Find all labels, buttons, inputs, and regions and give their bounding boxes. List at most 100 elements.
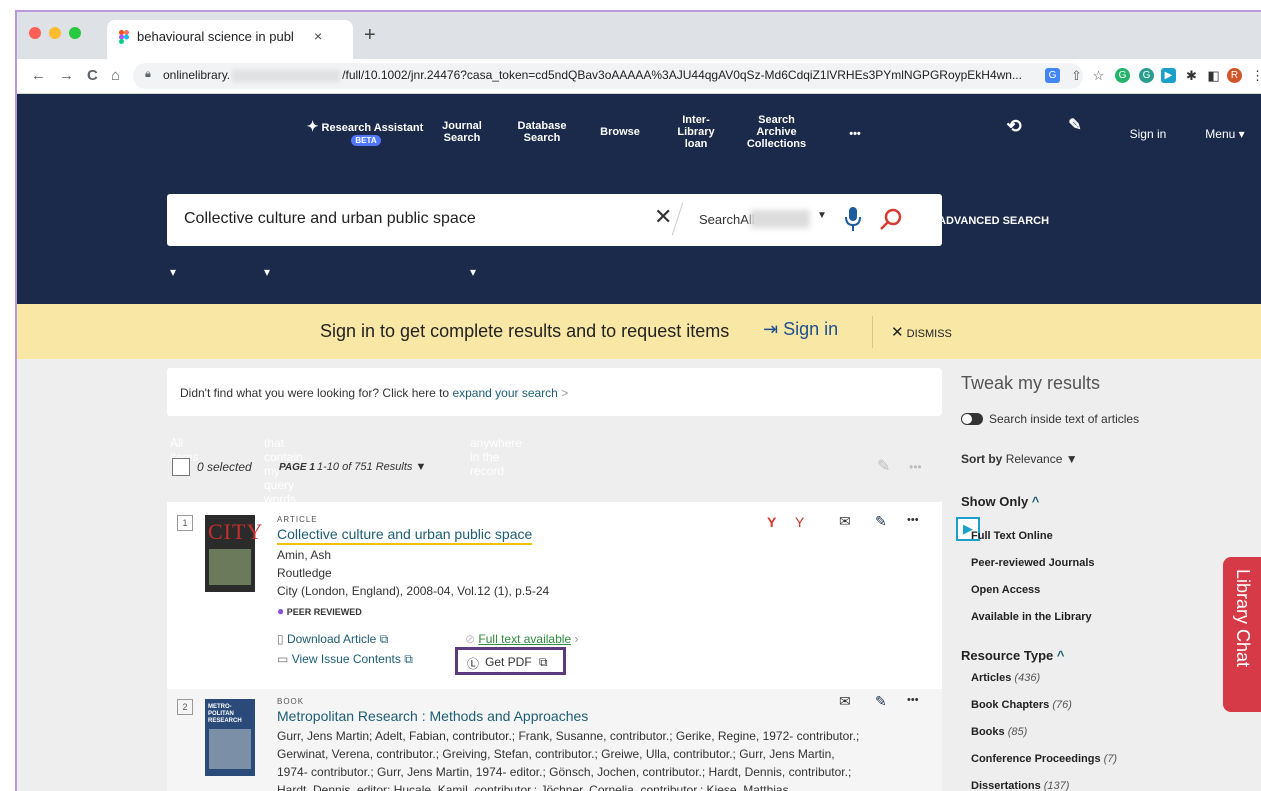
clock-icon: Ⓛ — [467, 657, 480, 671]
pin-record-icon[interactable]: ✎ — [875, 693, 887, 710]
extension-icon[interactable]: G — [1139, 68, 1154, 83]
results-range[interactable]: 1-10 of 751 Results ▼ — [317, 461, 426, 473]
journal-search-link[interactable]: Journal Search — [437, 120, 487, 144]
facet-conference[interactable]: Conference Proceedings (7) — [971, 753, 1117, 765]
sign-in-icon: ⇥ — [763, 319, 779, 339]
pin-record-icon[interactable]: ✎ — [875, 513, 887, 530]
result-record[interactable]: 1 CITY ARTICLE Collective culture and ur… — [167, 502, 942, 689]
more-actions-icon[interactable]: ••• — [907, 514, 919, 526]
filter-item-type[interactable]: All items ▾ — [170, 265, 199, 464]
blurred-host — [232, 69, 341, 82]
email-icon[interactable]: ✉ — [839, 693, 851, 710]
email-icon[interactable]: ✉ — [839, 513, 851, 530]
cover-thumbnail[interactable]: METRO-POLITAN RESEARCH — [205, 699, 255, 776]
maximize-window-button[interactable] — [69, 27, 81, 39]
book-icon: ▭ — [277, 652, 289, 666]
library-chat-button[interactable]: Library Chat — [1223, 557, 1261, 712]
close-window-button[interactable] — [29, 27, 41, 39]
history-icon[interactable]: ⟲ — [1002, 117, 1026, 135]
sign-in-banner: Sign in to get complete results and to r… — [17, 304, 1261, 359]
facet-available-library[interactable]: Available in the Library — [971, 611, 1092, 623]
facet-dissertations[interactable]: Dissertations (137) — [971, 780, 1069, 791]
more-nav-button[interactable]: ••• — [843, 128, 867, 140]
home-icon[interactable]: ⌂ — [111, 67, 120, 84]
share-icon[interactable]: ⇧ — [1069, 68, 1084, 83]
record-type: ARTICLE — [277, 515, 318, 524]
google-icon[interactable]: G — [1045, 68, 1060, 83]
peer-reviewed-icon: ● — [277, 604, 285, 618]
minimize-window-button[interactable] — [49, 27, 61, 39]
new-tab-button[interactable]: + — [364, 24, 376, 47]
profile-avatar[interactable]: R — [1227, 68, 1242, 83]
divider — [872, 316, 873, 348]
screen-record-icon[interactable]: ▶ — [1161, 68, 1176, 83]
facet-peer-reviewed[interactable]: Peer-reviewed Journals — [971, 557, 1095, 569]
filter-field[interactable]: anywhere in the record ▾ — [470, 265, 522, 478]
cover-thumbnail[interactable]: CITY — [205, 515, 262, 592]
banner-sign-in-link[interactable]: ⇥ Sign in — [763, 319, 838, 340]
select-all-checkbox[interactable] — [172, 458, 190, 476]
download-article-link[interactable]: ▯ Download Article ⧉ — [277, 632, 388, 647]
sidepanel-icon[interactable]: ◧ — [1206, 68, 1221, 83]
more-options-icon[interactable]: ••• — [909, 460, 922, 474]
blurred-scope — [750, 210, 810, 228]
browser-tab[interactable]: behavioural science in publ × — [107, 20, 353, 59]
result-record[interactable]: 2 METRO-POLITAN RESEARCH BOOK Metropolit… — [167, 689, 942, 791]
divider — [671, 202, 684, 236]
address-bar: ← → C ⌂ 🔒︎ onlinelibrary./full/10.1002/j… — [17, 59, 1261, 94]
search-scope-select[interactable]: SearchAll — [699, 212, 755, 227]
cite-icon[interactable]: Y — [767, 514, 776, 530]
dismiss-button[interactable]: ✕ DISMISS — [891, 323, 952, 341]
search-icon[interactable] — [879, 207, 903, 231]
expand-search-link[interactable]: expand your search — [452, 386, 557, 400]
filter-query-match[interactable]: that contain my query words ▾ — [264, 265, 303, 506]
record-title[interactable]: Metropolitan Research : Methods and Appr… — [277, 708, 588, 724]
expand-text: Didn't find what you were looking for? C… — [180, 386, 569, 400]
browse-link[interactable]: Browse — [595, 126, 645, 138]
database-search-link[interactable]: Database Search — [512, 120, 572, 144]
tab-close-icon[interactable]: × — [314, 28, 322, 44]
menu-button[interactable]: Menu ▾ — [1195, 128, 1255, 140]
record-number: 1 — [177, 515, 193, 531]
chevron-down-icon[interactable]: ▼ — [817, 210, 827, 221]
facet-books[interactable]: Books (85) — [971, 726, 1027, 738]
pin-icon[interactable]: ✎ — [877, 456, 890, 476]
sign-in-link[interactable]: Sign in — [1123, 128, 1173, 140]
external-link-icon: ⧉ — [404, 652, 413, 666]
research-assistant-link[interactable]: ✦ Research Assistant BETA — [305, 119, 425, 147]
record-contributors: Gerwinat, Verena, contributor.; Greiving… — [277, 747, 835, 761]
search-input[interactable]: Collective culture and urban public spac… — [184, 210, 476, 228]
lock-icon: 🔒︎ — [145, 68, 151, 80]
back-icon[interactable]: ← — [31, 67, 46, 84]
facet-open-access[interactable]: Open Access — [971, 584, 1040, 596]
search-archive-link[interactable]: Search Archive Collections — [739, 114, 814, 150]
url-text: onlinelibrary./full/10.1002/jnr.24476?ca… — [163, 68, 1022, 82]
facet-articles[interactable]: Articles (436) — [971, 672, 1040, 684]
view-issue-link[interactable]: ▭ View Issue Contents ⧉ — [277, 652, 413, 667]
record-author: Amin, Ash — [277, 548, 332, 562]
bookmark-star-icon[interactable]: ☆ — [1091, 68, 1106, 83]
chrome-menu-icon[interactable]: ⋮ — [1250, 68, 1261, 83]
full-text-available-link[interactable]: ⊘ Full text available › — [465, 632, 578, 646]
record-type: BOOK — [277, 697, 305, 706]
extensions-puzzle-icon[interactable]: ✱ — [1184, 68, 1199, 83]
search-inside-toggle[interactable] — [961, 413, 983, 425]
get-pdf-button[interactable]: Ⓛ Get PDF ⧉ — [455, 647, 566, 675]
facet-book-chapters[interactable]: Book Chapters (76) — [971, 699, 1072, 711]
facet-full-text[interactable]: Full Text Online — [971, 530, 1053, 542]
sort-control[interactable]: Sort by Relevance ▼ — [961, 452, 1078, 466]
clear-search-icon[interactable]: ✕ — [654, 204, 672, 230]
forward-icon[interactable]: → — [59, 67, 74, 84]
url-field[interactable]: 🔒︎ onlinelibrary./full/10.1002/jnr.24476… — [133, 63, 1083, 89]
record-title[interactable]: Collective culture and urban public spac… — [277, 526, 533, 545]
interlibrary-loan-link[interactable]: Inter-Library loan — [671, 114, 721, 150]
pin-icon[interactable]: ✎ — [1063, 118, 1087, 134]
show-only-heading[interactable]: Show Only ^ — [961, 494, 1039, 509]
export-icon[interactable]: Y — [795, 514, 804, 530]
advanced-search-link[interactable]: ADVANCED SEARCH — [938, 215, 1049, 227]
more-actions-icon[interactable]: ••• — [907, 694, 919, 706]
reload-icon[interactable]: C — [87, 67, 98, 84]
grammarly-icon[interactable]: G — [1115, 68, 1130, 83]
microphone-icon[interactable] — [845, 206, 861, 232]
resource-type-heading[interactable]: Resource Type ^ — [961, 648, 1064, 663]
